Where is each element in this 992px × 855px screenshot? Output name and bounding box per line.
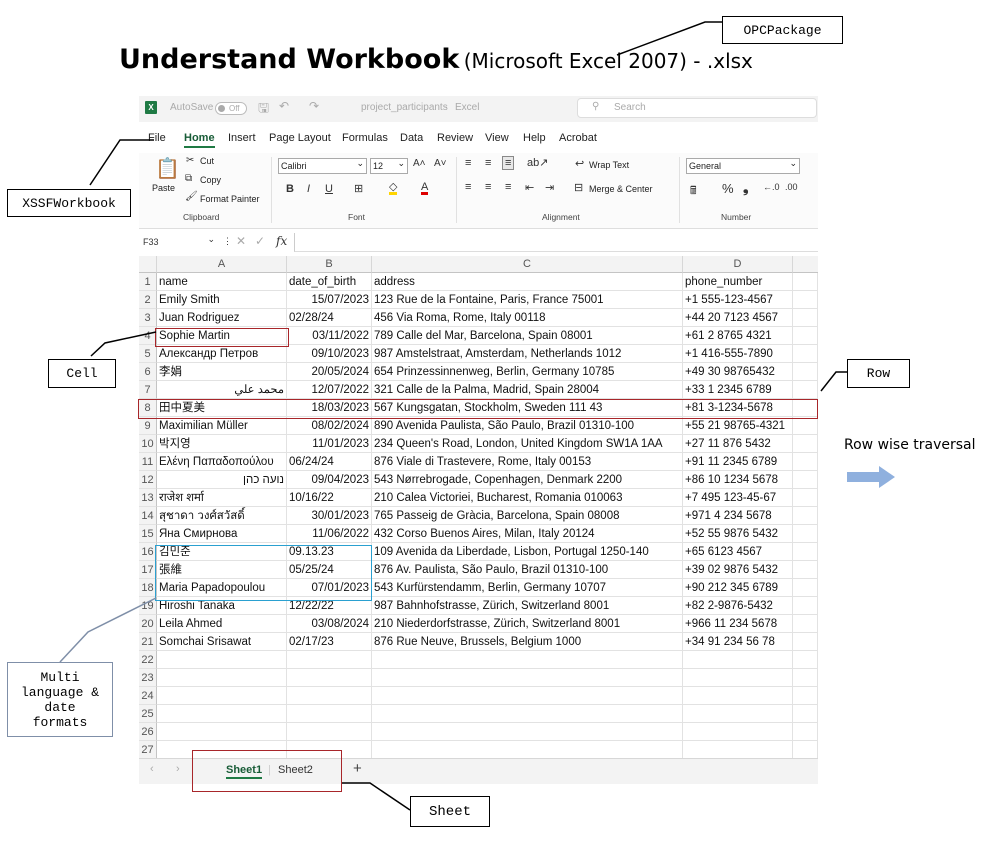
right-arrow-icon xyxy=(847,466,895,488)
sheet-callout: Sheet xyxy=(410,796,490,827)
connector-lines xyxy=(59,21,847,811)
cell-callout: Cell xyxy=(48,359,116,388)
opc-package-callout: OPCPackage xyxy=(722,16,843,44)
multi-language-callout: Multi language & date formats xyxy=(7,662,113,737)
row-callout: Row xyxy=(847,359,910,388)
row-traversal-label: Row wise traversal xyxy=(844,437,976,453)
xssf-workbook-callout: XSSFWorkbook xyxy=(7,189,131,217)
